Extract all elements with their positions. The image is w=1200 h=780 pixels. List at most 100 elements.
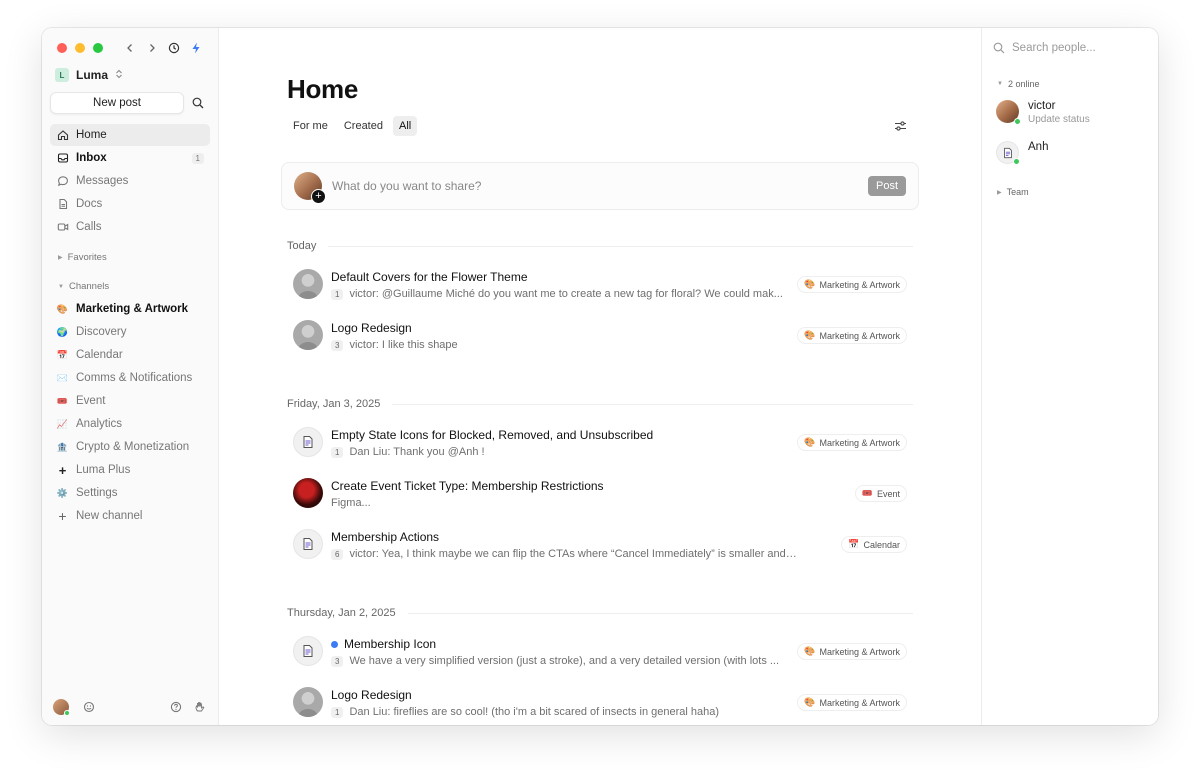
nav-item-calls[interactable]: Calls xyxy=(50,216,210,238)
feed-group-friday: Friday, Jan 3, 2025 Empty State Icons fo… xyxy=(287,397,913,571)
feed-item[interactable]: Default Covers for the Flower Theme 1 vic… xyxy=(287,260,913,311)
workspace-switcher[interactable]: L Luma xyxy=(55,68,123,82)
people-search-input[interactable]: Search people... xyxy=(1012,42,1096,54)
title-text: Membership Icon xyxy=(344,637,437,651)
online-indicator xyxy=(1013,158,1020,165)
title-text: Membership Actions xyxy=(331,530,440,544)
hand-icon[interactable] xyxy=(192,699,208,715)
feed-item-title: Membership Icon xyxy=(331,637,436,651)
person-anh[interactable]: Anh xyxy=(996,141,1048,165)
forward-arrow-icon[interactable] xyxy=(144,40,160,56)
emoji-status-icon[interactable] xyxy=(81,699,97,715)
reply-count: 1 xyxy=(331,446,344,458)
post-composer[interactable]: + What do you want to share? Post xyxy=(281,162,919,210)
history-clock-icon[interactable] xyxy=(166,40,182,56)
nav-item-home[interactable]: Home xyxy=(50,124,210,146)
user-avatar[interactable] xyxy=(53,699,70,716)
update-status-link[interactable]: Update status xyxy=(1028,114,1090,125)
group-date-label: Thursday, Jan 2, 2025 xyxy=(287,607,396,619)
tag-label: Marketing & Artwork xyxy=(819,697,900,708)
title-text: Logo Redesign xyxy=(331,321,412,335)
preview-text: victor: I like this shape xyxy=(349,339,458,351)
channel-item-marketing-artwork[interactable]: 🎨 Marketing & Artwork xyxy=(50,298,210,320)
tab-created[interactable]: Created xyxy=(338,116,389,136)
feed-item[interactable]: Membership Actions 6 victor: Yea, I think… xyxy=(287,520,913,571)
inbox-count-badge: 1 xyxy=(191,152,204,164)
calendar-icon: 📅 xyxy=(848,539,860,549)
lightning-icon[interactable] xyxy=(188,40,204,56)
favorites-section-toggle[interactable]: ▶ Favorites xyxy=(58,252,107,263)
caret-down-icon: ▼ xyxy=(58,283,64,290)
envelope-icon: ✉️ xyxy=(56,372,69,383)
channel-item-discovery[interactable]: 🌍 Discovery xyxy=(50,321,210,343)
channel-item-luma-plus[interactable]: + Luma Plus xyxy=(50,459,210,481)
palette-icon: 🎨 xyxy=(804,437,816,447)
tab-for-me[interactable]: For me xyxy=(287,116,334,136)
channel-tag[interactable]: 🎨 Marketing & Artwork xyxy=(797,327,907,344)
channel-item-crypto-monetization[interactable]: 🏦 Crypto & Monetization xyxy=(50,436,210,458)
new-channel-button[interactable]: + New channel xyxy=(50,505,210,527)
search-icon[interactable] xyxy=(192,97,204,109)
feed-item[interactable]: Create Event Ticket Type: Membership Res… xyxy=(287,469,913,520)
caret-right-icon: ▶ xyxy=(997,189,1002,196)
minimize-window-button[interactable] xyxy=(75,43,85,53)
channel-tag[interactable]: 🎨 Marketing & Artwork xyxy=(797,434,907,451)
team-section-toggle[interactable]: ▶ Team xyxy=(997,187,1029,197)
nav-item-label: Inbox xyxy=(76,152,107,164)
online-indicator xyxy=(64,710,70,716)
plus-icon[interactable]: + xyxy=(311,189,326,204)
app-window: L Luma New post Home Inbox 1 Messages Do… xyxy=(42,28,1158,725)
nav-item-docs[interactable]: Docs xyxy=(50,193,210,215)
new-post-row: New post xyxy=(50,92,204,114)
channel-item-calendar[interactable]: 📅 Calendar xyxy=(50,344,210,366)
people-search[interactable]: Search people... xyxy=(993,42,1096,54)
inbox-icon xyxy=(56,152,69,165)
reply-count: 1 xyxy=(331,706,344,718)
tag-label: Calendar xyxy=(863,539,900,550)
channel-tag[interactable]: 🎨 Marketing & Artwork xyxy=(797,276,907,293)
composer-input[interactable]: What do you want to share? xyxy=(332,179,868,193)
help-icon[interactable] xyxy=(168,699,184,715)
feed-item-preview: 1 Dan Liu: fireflies are so cool! (tho i'… xyxy=(331,706,719,718)
channel-item-comms-notifications[interactable]: ✉️ Comms & Notifications xyxy=(50,367,210,389)
feed-item-title: Logo Redesign xyxy=(331,321,412,335)
channel-tag[interactable]: 📅 Calendar xyxy=(841,536,907,553)
doc-avatar-icon xyxy=(293,529,323,559)
channel-tag[interactable]: 🎨 Marketing & Artwork xyxy=(797,694,907,711)
nav-item-inbox[interactable]: Inbox 1 xyxy=(50,147,210,169)
caret-right-icon: ▶ xyxy=(58,255,63,261)
channel-tag[interactable]: 🎨 Marketing & Artwork xyxy=(797,643,907,660)
channel-item-event[interactable]: 🎟️ Event xyxy=(50,390,210,412)
feed-item[interactable]: Membership Icon 3 We have a very simplifi… xyxy=(287,627,913,678)
doc-icon xyxy=(56,198,69,211)
avatar xyxy=(996,141,1020,165)
channel-item-settings[interactable]: ⚙️ Settings xyxy=(50,482,210,504)
feed-item[interactable]: Logo Redesign 1 Dan Liu: fireflies are so… xyxy=(287,678,913,725)
channel-item-analytics[interactable]: 📈 Analytics xyxy=(50,413,210,435)
close-window-button[interactable] xyxy=(57,43,67,53)
nav-item-label: Home xyxy=(76,129,107,141)
feed-item[interactable]: Empty State Icons for Blocked, Removed, … xyxy=(287,418,913,469)
chevron-up-down-icon xyxy=(115,69,123,81)
filter-sliders-icon[interactable] xyxy=(894,120,907,135)
post-button[interactable]: Post xyxy=(867,176,906,196)
online-section-toggle[interactable]: ▼ 2 online xyxy=(997,79,1039,89)
back-arrow-icon[interactable] xyxy=(122,40,138,56)
tag-label: Event xyxy=(876,488,900,499)
preview-text: We have a very simplified version (just … xyxy=(349,655,780,667)
channel-label: Analytics xyxy=(76,418,123,430)
channels-section-toggle[interactable]: ▼ Channels xyxy=(58,281,109,292)
feed-item[interactable]: Logo Redesign 3 victor: I like this shape… xyxy=(287,311,913,362)
nav-item-messages[interactable]: Messages xyxy=(50,170,210,192)
channel-tag[interactable]: 🎟️ Event xyxy=(854,485,907,502)
workspace-name: Luma xyxy=(76,68,109,82)
favorites-label: Favorites xyxy=(67,252,107,263)
new-post-button[interactable]: New post xyxy=(50,92,184,114)
avatar xyxy=(996,100,1021,125)
channel-label: Marketing & Artwork xyxy=(76,303,189,315)
channel-label: Settings xyxy=(76,487,118,499)
author-avatar xyxy=(293,478,323,508)
zoom-window-button[interactable] xyxy=(93,43,103,53)
person-victor[interactable]: victor Update status xyxy=(996,100,1090,125)
tab-all[interactable]: All xyxy=(392,116,418,136)
